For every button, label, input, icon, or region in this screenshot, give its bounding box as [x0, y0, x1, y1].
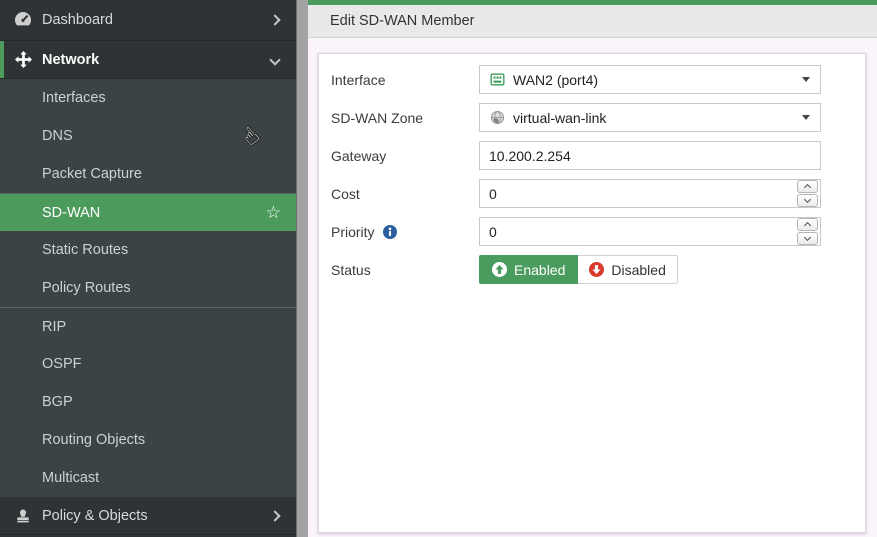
sidebar: Dashboard Network Interfaces DNS Packet …	[0, 0, 296, 537]
sidebar-item-routing-objects[interactable]: Routing Objects	[0, 421, 296, 459]
chevron-down-icon	[269, 54, 280, 65]
interface-label: Interface	[331, 72, 479, 88]
priority-increment-button[interactable]	[797, 218, 818, 231]
stamp-icon	[14, 507, 32, 525]
pane-splitter[interactable]	[296, 0, 308, 537]
dropdown-caret-icon	[802, 115, 810, 120]
interface-value: WAN2 (port4)	[513, 72, 598, 88]
status-row: Status Enabled	[331, 255, 865, 284]
move-arrows-icon	[14, 51, 32, 69]
main-panel: Edit SD-WAN Member Interface	[308, 0, 877, 537]
edit-sdwan-member-form: Interface WAN2 (port4)	[318, 53, 866, 533]
priority-row: Priority	[331, 217, 865, 246]
sidebar-item-packet-capture[interactable]: Packet Capture	[0, 155, 296, 193]
sidebar-item-label: RIP	[42, 319, 66, 335]
cost-input[interactable]	[479, 179, 821, 208]
arrow-down-circle-icon	[589, 262, 604, 277]
cost-spinner	[797, 180, 818, 207]
status-label: Status	[331, 262, 479, 278]
priority-input[interactable]	[479, 217, 821, 246]
gateway-row: Gateway	[331, 141, 865, 170]
active-section-indicator	[0, 41, 4, 78]
globe-icon	[490, 110, 505, 125]
cost-row: Cost	[331, 179, 865, 208]
sidebar-item-label: Multicast	[42, 470, 99, 486]
sidebar-item-network[interactable]: Network	[0, 41, 296, 79]
sidebar-item-label: Static Routes	[42, 242, 128, 258]
interface-row: Interface WAN2 (port4)	[331, 65, 865, 94]
sidebar-item-label: Routing Objects	[42, 432, 145, 448]
sidebar-item-label: OSPF	[42, 356, 81, 372]
sidebar-item-rip[interactable]: RIP	[0, 307, 296, 345]
sidebar-item-dns[interactable]: DNS	[0, 117, 296, 155]
sdwan-zone-label: SD-WAN Zone	[331, 110, 479, 126]
chevron-right-icon	[269, 510, 280, 521]
sidebar-item-dashboard[interactable]: Dashboard	[0, 0, 296, 41]
gateway-input[interactable]	[479, 141, 821, 170]
page-title: Edit SD-WAN Member	[330, 13, 474, 29]
sidebar-item-ospf[interactable]: OSPF	[0, 345, 296, 383]
status-enabled-button[interactable]: Enabled	[479, 255, 578, 284]
sidebar-item-policy-objects[interactable]: Policy & Objects	[0, 497, 296, 535]
gauge-icon	[14, 11, 32, 29]
sidebar-item-label: Dashboard	[42, 12, 113, 28]
sdwan-zone-value: virtual-wan-link	[513, 110, 606, 126]
interface-select[interactable]: WAN2 (port4)	[479, 65, 821, 94]
sidebar-item-static-routes[interactable]: Static Routes	[0, 231, 296, 269]
favorite-star-icon[interactable]: ☆	[266, 204, 281, 221]
sidebar-item-label: Policy Routes	[42, 280, 131, 296]
sdwan-zone-select[interactable]: virtual-wan-link	[479, 103, 821, 132]
gateway-label: Gateway	[331, 148, 479, 164]
sidebar-item-label: DNS	[42, 128, 73, 144]
sidebar-item-label: SD-WAN	[42, 205, 100, 221]
arrow-up-circle-icon	[492, 262, 507, 277]
cost-increment-button[interactable]	[797, 180, 818, 193]
sidebar-item-label: Packet Capture	[42, 166, 142, 182]
priority-label: Priority	[331, 224, 479, 240]
sidebar-item-multicast[interactable]: Multicast	[0, 459, 296, 497]
priority-decrement-button[interactable]	[797, 232, 818, 245]
status-disabled-button[interactable]: Disabled	[578, 255, 677, 284]
cost-decrement-button[interactable]	[797, 194, 818, 207]
page-header: Edit SD-WAN Member	[308, 5, 877, 38]
info-icon[interactable]	[383, 225, 397, 239]
sidebar-item-policy-routes[interactable]: Policy Routes	[0, 269, 296, 307]
dropdown-caret-icon	[802, 77, 810, 82]
content-area: Interface WAN2 (port4)	[308, 39, 877, 537]
sidebar-item-bgp[interactable]: BGP	[0, 383, 296, 421]
sidebar-item-label: Interfaces	[42, 90, 106, 106]
sidebar-item-sdwan[interactable]: SD-WAN ☆	[0, 193, 296, 231]
cost-label: Cost	[331, 186, 479, 202]
status-toggle: Enabled Disabled	[479, 255, 678, 284]
chevron-right-icon	[269, 14, 280, 25]
sdwan-zone-row: SD-WAN Zone virtual-wan-link	[331, 103, 865, 132]
ethernet-port-icon	[490, 72, 505, 87]
sidebar-item-label: Policy & Objects	[42, 508, 148, 524]
sidebar-item-interfaces[interactable]: Interfaces	[0, 79, 296, 117]
sidebar-item-label: BGP	[42, 394, 73, 410]
priority-spinner	[797, 218, 818, 245]
sidebar-item-label: Network	[42, 52, 99, 68]
